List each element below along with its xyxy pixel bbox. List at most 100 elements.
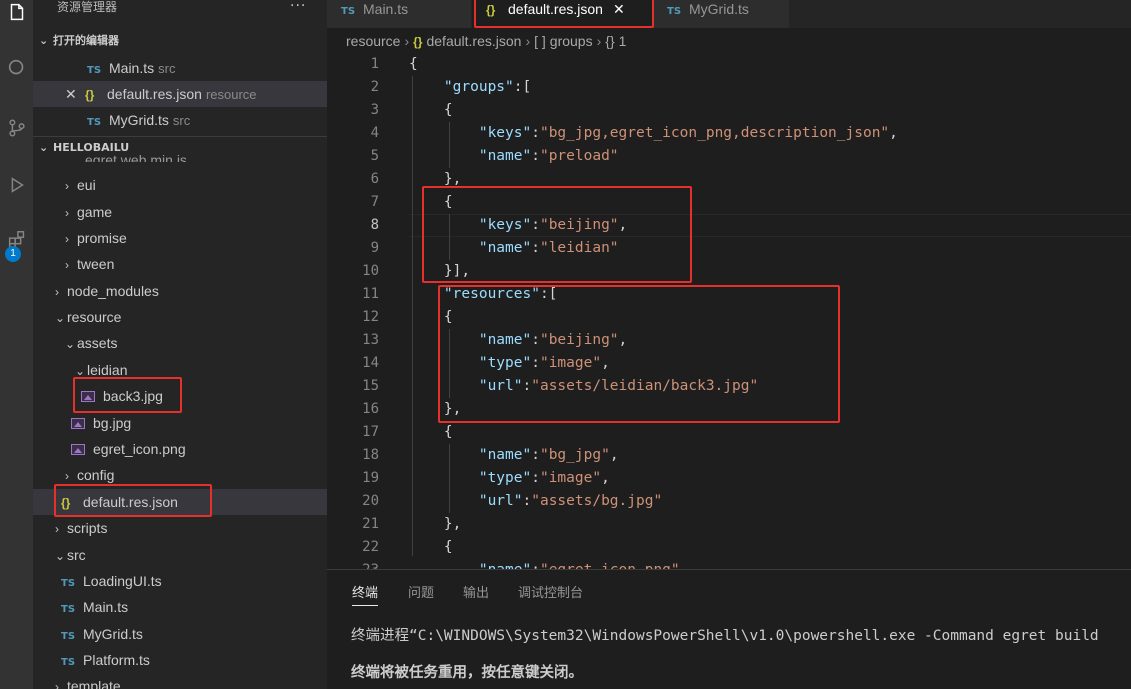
chevron-down-icon: ⌄ bbox=[65, 337, 76, 351]
activity-bar: 1 bbox=[0, 0, 33, 689]
tree-folder-game[interactable]: › game bbox=[33, 199, 327, 225]
breadcrumb-folder[interactable]: resource bbox=[346, 33, 400, 49]
code-line[interactable]: "name":"egret_icon_png", bbox=[409, 559, 689, 569]
tree-file-bg[interactable]: bg.jpg bbox=[33, 410, 327, 436]
code-line[interactable]: { bbox=[409, 421, 453, 444]
explorer-title: 资源管理器 bbox=[57, 0, 118, 14]
tab-output[interactable]: 输出 bbox=[463, 582, 489, 606]
tree-folder-resource[interactable]: ⌄ resource bbox=[33, 304, 327, 330]
open-editors-header[interactable]: ⌄ 打开的编辑器 bbox=[33, 30, 327, 52]
json-punct: { bbox=[443, 102, 453, 118]
code-line[interactable]: "name":"bg_jpg", bbox=[409, 444, 619, 467]
code-line[interactable]: "name":"preload" bbox=[409, 145, 619, 168]
json-punct: }, bbox=[443, 516, 462, 532]
breadcrumb-array[interactable]: groups bbox=[550, 33, 593, 49]
close-icon[interactable]: ✕ bbox=[65, 81, 85, 107]
open-editor-item[interactable]: TS Main.ts src bbox=[33, 55, 327, 81]
tree-file-egret-icon[interactable]: egret_icon.png bbox=[33, 436, 327, 462]
tree-folder-eui[interactable]: › eui bbox=[33, 172, 327, 198]
tab-problems[interactable]: 问题 bbox=[408, 582, 434, 606]
more-actions-icon[interactable]: ··· bbox=[290, 0, 306, 14]
json-punct: : bbox=[531, 447, 540, 463]
json-key: "groups" bbox=[443, 79, 514, 95]
highlight-box-json-file bbox=[54, 484, 212, 517]
tree-folder-promise[interactable]: › promise bbox=[33, 225, 327, 251]
json-key: "keys" bbox=[478, 125, 532, 141]
tree-item-partial[interactable]: egret.web.min.js bbox=[33, 148, 327, 162]
chevron-right-icon: › bbox=[65, 179, 69, 193]
json-key: "name" bbox=[478, 447, 532, 463]
code-line[interactable]: "groups":[ bbox=[409, 76, 531, 99]
json-punct bbox=[409, 125, 479, 141]
chevron-right-icon: › bbox=[65, 232, 69, 246]
json-punct bbox=[409, 562, 479, 569]
tree-file-main[interactable]: TS Main.ts bbox=[33, 594, 327, 620]
json-icon: {} bbox=[85, 88, 95, 102]
tree-file-platform[interactable]: TS Platform.ts bbox=[33, 647, 327, 673]
tab-main-ts[interactable]: TS Main.ts bbox=[327, 0, 471, 28]
array-icon: [ ] bbox=[534, 33, 546, 49]
run-debug-icon[interactable] bbox=[0, 165, 33, 205]
tree-folder-tween[interactable]: › tween bbox=[33, 251, 327, 277]
code-line[interactable]: { bbox=[409, 536, 453, 559]
code-line[interactable]: { bbox=[409, 53, 418, 76]
tree-file-mygrid[interactable]: TS MyGrid.ts bbox=[33, 621, 327, 647]
line-number: 13 bbox=[362, 332, 379, 348]
code-line[interactable]: }, bbox=[409, 513, 461, 536]
json-punct: :[ bbox=[513, 79, 532, 95]
line-number: 20 bbox=[362, 493, 379, 509]
line-number: 19 bbox=[362, 470, 379, 486]
line-number: 12 bbox=[362, 309, 379, 325]
chevron-right-icon: › bbox=[55, 522, 59, 536]
json-key: "name" bbox=[478, 148, 532, 164]
line-number: 18 bbox=[362, 447, 379, 463]
tree-folder-src[interactable]: ⌄ src bbox=[33, 542, 327, 568]
open-editor-item[interactable]: TS MyGrid.ts src bbox=[33, 107, 327, 133]
json-punct bbox=[409, 447, 479, 463]
files-icon[interactable] bbox=[0, 0, 33, 32]
terminal-line: 终端进程“C:\WINDOWS\System32\WindowsPowerShe… bbox=[351, 628, 1099, 644]
open-editor-item-active[interactable]: ✕{} default.res.json resource bbox=[33, 81, 327, 107]
json-punct: , bbox=[609, 447, 619, 463]
typescript-icon: TS bbox=[341, 6, 356, 17]
line-number: 3 bbox=[370, 102, 379, 118]
chevron-right-icon: › bbox=[65, 206, 69, 220]
tree-folder-scripts[interactable]: › scripts bbox=[33, 515, 327, 541]
terminal-panel: 终端 问题 输出 调试控制台 终端进程“C:\WINDOWS\System32\… bbox=[327, 569, 1131, 689]
code-line[interactable]: "keys":"bg_jpg,egret_icon_png,descriptio… bbox=[409, 122, 898, 145]
code-line[interactable]: "url":"assets/bg.jpg" bbox=[409, 490, 662, 513]
typescript-icon: TS bbox=[61, 604, 76, 615]
highlight-box-resource bbox=[438, 285, 840, 423]
json-string: "assets/bg.jpg" bbox=[531, 493, 663, 509]
json-punct: : bbox=[531, 125, 540, 141]
tree-folder-node-modules[interactable]: › node_modules bbox=[33, 278, 327, 304]
tree-file-loadingui[interactable]: TS LoadingUI.ts bbox=[33, 568, 327, 594]
chevron-right-icon: › bbox=[55, 680, 59, 689]
breadcrumb-file[interactable]: default.res.json bbox=[426, 33, 521, 49]
json-punct bbox=[409, 424, 444, 440]
line-number: 11 bbox=[362, 286, 379, 302]
json-string: "image" bbox=[539, 470, 602, 486]
json-punct bbox=[409, 148, 479, 164]
tab-mygrid-ts[interactable]: TS MyGrid.ts bbox=[653, 0, 789, 28]
breadcrumb-object[interactable]: 1 bbox=[619, 33, 627, 49]
json-key: "type" bbox=[478, 470, 532, 486]
source-control-icon[interactable] bbox=[0, 108, 33, 148]
tree-folder-assets[interactable]: ⌄ assets bbox=[33, 330, 327, 356]
json-punct bbox=[409, 493, 479, 509]
json-punct: , bbox=[889, 125, 898, 141]
line-number: 23 bbox=[327, 559, 379, 569]
json-string: "bg_jpg" bbox=[539, 447, 610, 463]
tab-debug-console[interactable]: 调试控制台 bbox=[518, 582, 583, 606]
tree-folder-template[interactable]: › template bbox=[33, 673, 327, 689]
line-number: 1 bbox=[370, 56, 379, 72]
tab-terminal[interactable]: 终端 bbox=[352, 582, 379, 606]
code-line[interactable]: { bbox=[409, 99, 453, 122]
code-line[interactable]: "type":"image", bbox=[409, 467, 610, 490]
search-icon[interactable] bbox=[0, 48, 33, 88]
line-number: 2 bbox=[370, 79, 379, 95]
line-number: 5 bbox=[370, 148, 379, 164]
json-punct bbox=[409, 470, 479, 486]
object-icon: {} bbox=[605, 33, 615, 49]
highlight-box-group bbox=[422, 186, 692, 283]
